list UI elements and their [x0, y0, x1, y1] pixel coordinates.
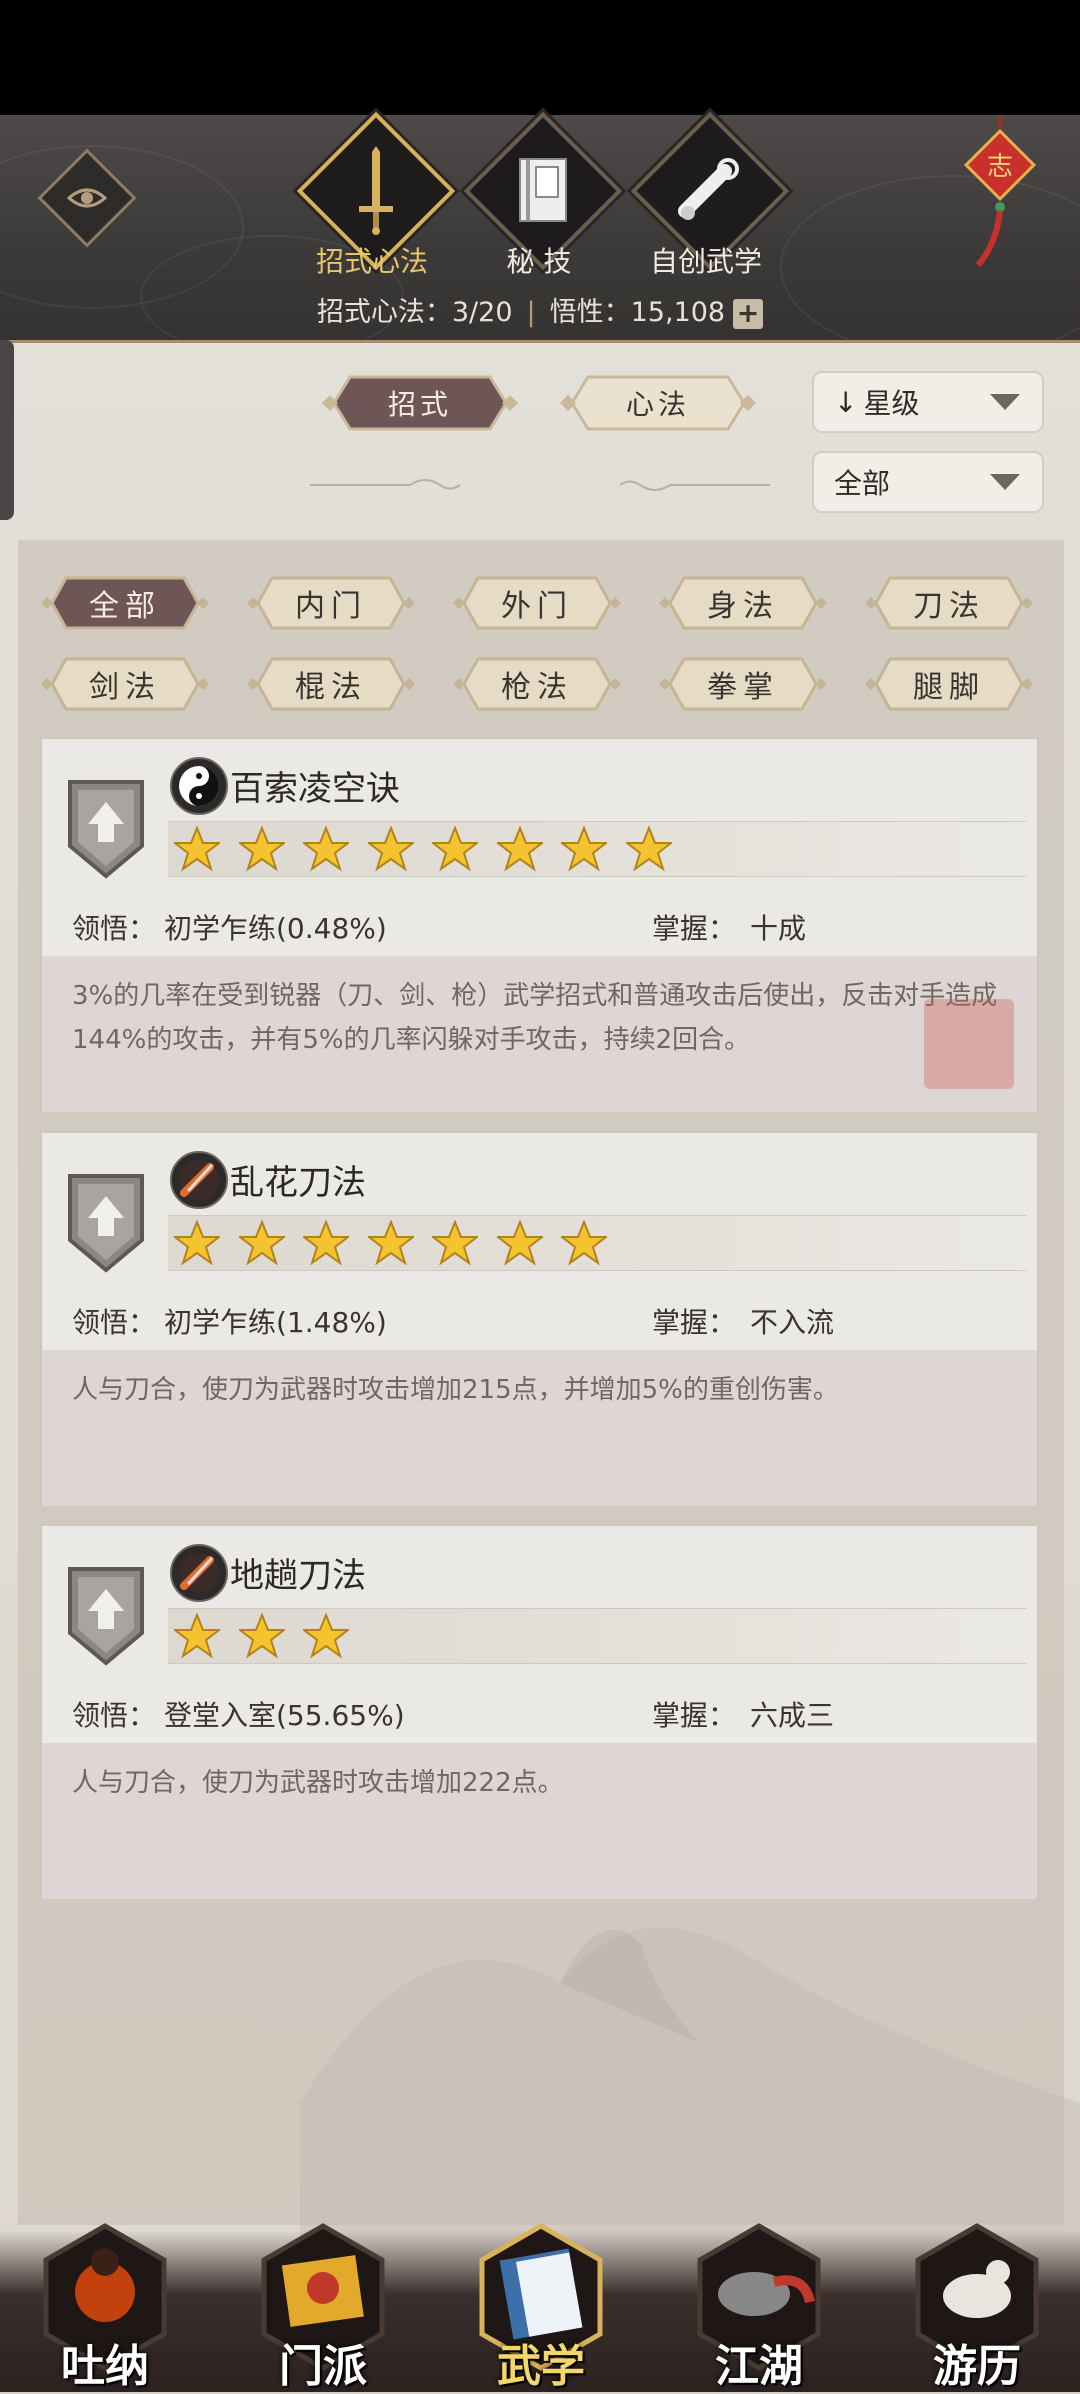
tab-zichuang-wuxue[interactable]	[630, 111, 790, 271]
nav-item[interactable]: 武学	[466, 2222, 616, 2392]
chinese-knot-icon[interactable]: 志	[960, 115, 1040, 275]
nav-label: 武学	[497, 2341, 585, 2392]
seal-stamp-icon	[924, 999, 1014, 1089]
star-icon	[238, 1613, 285, 1659]
star-icon	[303, 1220, 349, 1266]
upgrade-icon[interactable]	[64, 1563, 148, 1667]
nav-label: 吐纳	[61, 2341, 149, 2392]
star-icon	[174, 826, 220, 872]
nav-label: 门派	[279, 2341, 367, 2392]
category-chip[interactable]: 棍法	[246, 655, 416, 713]
nav-label: 江湖	[715, 2341, 803, 2392]
skill-description-box: 3%的几率在受到锐器（刀、剑、枪）武学招式和普通攻击后使出，反击对手造成144%…	[42, 956, 1037, 1112]
upgrade-icon[interactable]	[64, 1170, 148, 1274]
star-icon	[496, 826, 543, 872]
category-chip[interactable]: 全部	[40, 574, 210, 632]
comprehension-label: 领悟：	[72, 1699, 157, 1732]
category-chip[interactable]: 身法	[658, 574, 828, 632]
mastery-value: 六成三	[750, 1699, 835, 1732]
skill-name: 百索凌空诀	[230, 769, 400, 809]
skill-name: 乱花刀法	[230, 1163, 366, 1203]
skill-card[interactable]: 百索凌空诀领悟： 初学乍练(0.48%) 掌握： 十成 3%的几率在受到锐器（刀、剑、枪…	[40, 737, 1039, 1112]
stats-bar: 招式心法：3/20 | 悟性：15,108 +	[0, 290, 1080, 329]
star-icon	[238, 1220, 285, 1266]
blade-icon	[170, 1151, 228, 1209]
tab-label: 自创武学	[649, 245, 762, 278]
skill-name: 地趟刀法	[230, 1556, 366, 1596]
category-chip[interactable]: 刀法	[864, 574, 1034, 632]
comprehension-label: 领悟：	[72, 912, 157, 945]
skill-description: 人与刀合，使刀为武器时攻击增加215点，并增加5%的重创伤害。	[72, 1375, 839, 1405]
chevron-down-icon	[990, 474, 1020, 490]
skill-card[interactable]: 乱花刀法领悟： 初学乍练(1.48%) 掌握： 不入流人与刀合，使刀为武器时攻击增加2…	[40, 1131, 1039, 1506]
wuxing-value: 悟性：15,108	[549, 297, 726, 328]
star-icon	[561, 826, 607, 872]
star-icon	[303, 1613, 349, 1659]
mastery-label: 掌握：	[652, 1699, 737, 1732]
ornament-divider	[310, 479, 770, 491]
tab-label: 招式心法	[315, 245, 428, 278]
star-icon	[303, 826, 349, 872]
comprehension-value: 初学乍练(1.48%)	[164, 1306, 387, 1339]
category-chip[interactable]: 内门	[246, 574, 416, 632]
star-rating	[168, 1608, 1026, 1664]
mastery-label: 掌握：	[652, 1306, 737, 1339]
category-chip[interactable]: 腿脚	[864, 655, 1034, 713]
filter-dropdown[interactable]: 全部	[812, 451, 1044, 513]
star-icon	[432, 1220, 478, 1266]
sort-dropdown[interactable]: ↓ 星级	[812, 371, 1044, 433]
upgrade-icon[interactable]	[64, 776, 148, 880]
tab-zhaoshi-xinfa[interactable]	[296, 111, 456, 271]
skill-card[interactable]: 地趟刀法领悟： 登堂入室(55.65%) 掌握： 六成三人与刀合，使刀为武器时攻击增加…	[40, 1524, 1039, 1899]
nav-item[interactable]: 门派	[248, 2222, 398, 2392]
mastery-value: 十成	[750, 912, 807, 945]
star-icon	[238, 826, 285, 872]
status-bar	[0, 0, 1080, 115]
star-icon	[625, 826, 672, 872]
mastery-value: 不入流	[750, 1306, 835, 1339]
category-chip[interactable]: 枪法	[452, 655, 622, 713]
chevron-down-icon	[990, 394, 1020, 410]
comprehension-value: 登堂入室(55.65%)	[164, 1699, 405, 1732]
comprehension-value: 初学乍练(0.48%)	[164, 912, 387, 945]
nav-item[interactable]: 吐纳	[30, 2222, 180, 2392]
svg-text:志: 志	[987, 152, 1013, 182]
eye-icon	[66, 188, 108, 208]
skill-count: 招式心法：3/20	[316, 297, 513, 328]
star-rating	[168, 1215, 1026, 1271]
category-chip[interactable]: 外门	[452, 574, 622, 632]
skill-description: 人与刀合，使刀为武器时攻击增加222点。	[72, 1768, 564, 1798]
skill-description: 3%的几率在受到锐器（刀、剑、枪）武学招式和普通攻击后使出，反击对手造成144%…	[72, 981, 998, 1055]
star-rating	[168, 821, 1026, 877]
star-icon	[367, 1220, 414, 1266]
nav-item[interactable]: 江湖	[684, 2222, 834, 2392]
toggle-xinfa-button[interactable]: 心法	[558, 373, 758, 433]
taiji-icon	[170, 757, 228, 815]
arrow-down-icon: ↓	[834, 385, 858, 419]
mastery-label: 掌握：	[652, 912, 737, 945]
add-wuxing-button[interactable]: +	[733, 298, 764, 329]
blade-icon	[170, 1544, 228, 1602]
nav-item[interactable]: 游历	[902, 2222, 1052, 2392]
category-chip[interactable]: 剑法	[40, 655, 210, 713]
tab-miji[interactable]	[463, 111, 623, 271]
star-icon	[432, 826, 478, 872]
star-icon	[174, 1220, 220, 1266]
comprehension-label: 领悟：	[72, 1306, 157, 1339]
star-icon	[496, 1220, 543, 1266]
nav-label: 游历	[933, 2341, 1021, 2392]
skill-description-box: 人与刀合，使刀为武器时攻击增加222点。	[42, 1743, 1037, 1899]
tab-label: 秘 技	[506, 245, 572, 278]
star-icon	[561, 1220, 607, 1266]
toggle-zhaoshi-button[interactable]: 招式	[320, 373, 520, 433]
skill-description-box: 人与刀合，使刀为武器时攻击增加215点，并增加5%的重创伤害。	[42, 1350, 1037, 1506]
category-chip[interactable]: 拳掌	[658, 655, 828, 713]
side-drawer-handle[interactable]	[0, 340, 14, 520]
star-icon	[174, 1613, 220, 1659]
star-icon	[367, 826, 414, 872]
divider: |	[526, 297, 536, 328]
